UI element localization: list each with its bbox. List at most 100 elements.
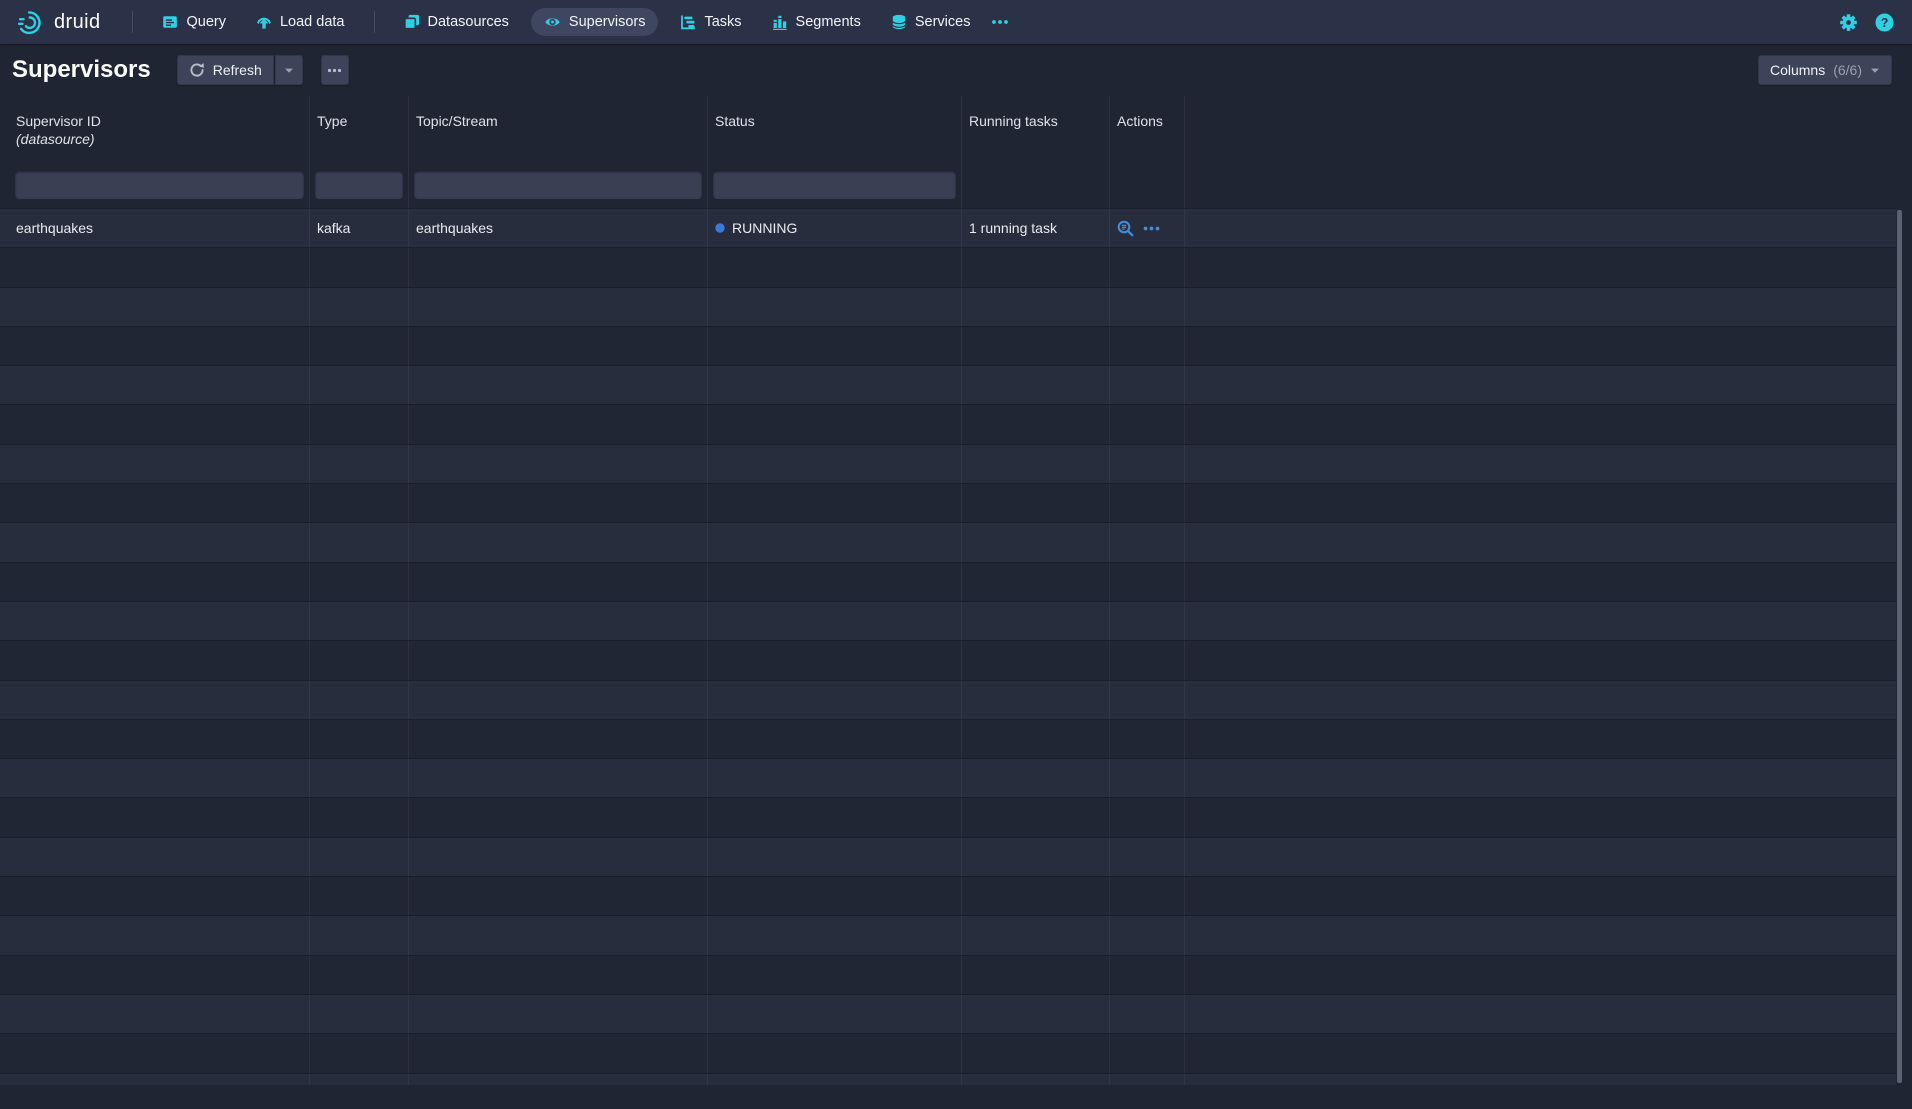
column-label: Supervisor ID <box>16 113 302 129</box>
table-row-empty <box>0 327 1896 366</box>
empty-cell <box>962 720 1110 758</box>
empty-cell <box>1110 484 1185 522</box>
empty-cell <box>0 916 310 954</box>
empty-cell <box>409 1034 708 1072</box>
help-icon[interactable]: ? <box>1875 13 1894 32</box>
table-row-empty <box>0 759 1896 798</box>
empty-cell <box>1185 248 1896 286</box>
empty-cell <box>1110 366 1185 404</box>
refresh-interval-caret-button[interactable] <box>275 55 303 85</box>
nav-item-services[interactable]: Services <box>883 8 979 36</box>
gear-icon[interactable] <box>1839 13 1858 32</box>
columns-dropdown-button[interactable]: Columns (6/6) <box>1758 55 1892 85</box>
filter-cell <box>708 161 962 208</box>
empty-cell <box>310 1074 409 1085</box>
nav-item-segments[interactable]: Segments <box>764 8 869 36</box>
empty-cell <box>409 1074 708 1085</box>
empty-cell <box>962 563 1110 601</box>
refresh-label: Refresh <box>213 62 262 78</box>
empty-cell <box>0 484 310 522</box>
empty-cell <box>962 1034 1110 1072</box>
empty-cell <box>1185 838 1896 876</box>
empty-cell <box>708 995 962 1033</box>
empty-cell <box>962 248 1110 286</box>
empty-cell <box>708 1034 962 1072</box>
empty-cell <box>1110 1074 1185 1085</box>
column-label: Topic/Stream <box>416 113 700 129</box>
empty-cell <box>409 484 708 522</box>
empty-cell <box>409 916 708 954</box>
column-header-topic-stream[interactable]: Topic/Stream <box>409 96 708 161</box>
empty-cell <box>310 366 409 404</box>
empty-cell <box>310 602 409 640</box>
column-header-running-tasks[interactable]: Running tasks <box>962 96 1110 161</box>
nav-item-datasources[interactable]: Datasources <box>396 8 517 36</box>
filter-topic-stream-input[interactable] <box>414 171 702 199</box>
empty-cell <box>708 956 962 994</box>
nav-item-load-data[interactable]: Load data <box>248 8 353 36</box>
empty-cell <box>310 995 409 1033</box>
filter-status-input[interactable] <box>713 171 956 199</box>
filter-supervisor-id-input[interactable] <box>15 171 304 199</box>
empty-cell <box>708 288 962 326</box>
nav-overflow-button[interactable] <box>991 19 1009 25</box>
empty-cell <box>1185 720 1896 758</box>
filter-type-input[interactable] <box>315 171 403 199</box>
column-header-type[interactable]: Type <box>310 96 409 161</box>
empty-cell <box>962 641 1110 679</box>
toolbar-more-button[interactable] <box>321 55 349 85</box>
table-row-empty <box>0 1034 1896 1073</box>
row-actions-button[interactable] <box>1143 226 1160 231</box>
empty-cell <box>1110 327 1185 365</box>
column-sublabel: (datasource) <box>16 131 302 147</box>
empty-cell <box>708 681 962 719</box>
empty-cell <box>409 838 708 876</box>
table-row-empty <box>0 641 1896 680</box>
table-row[interactable]: earthquakes kafka earthquakes RUNNING 1 … <box>0 209 1896 248</box>
nav-item-supervisors[interactable]: Supervisors <box>531 8 659 36</box>
header-filler <box>1185 96 1896 161</box>
inspect-supervisor-button[interactable] <box>1117 220 1134 237</box>
column-header-supervisor-id[interactable]: Supervisor ID (datasource) <box>0 96 310 161</box>
empty-cell <box>962 681 1110 719</box>
empty-cell <box>708 798 962 836</box>
running-tasks-cell: 1 running task <box>962 209 1110 247</box>
empty-cell <box>0 405 310 443</box>
topic-stream-cell: earthquakes <box>409 209 708 247</box>
filter-filler <box>1185 161 1896 208</box>
page-title: Supervisors <box>12 56 151 84</box>
empty-cell <box>409 877 708 915</box>
druid-logo-icon <box>18 9 45 36</box>
empty-cell <box>0 523 310 561</box>
nav-item-query[interactable]: Query <box>154 8 234 36</box>
type-cell: kafka <box>310 209 409 247</box>
empty-cell <box>1185 563 1896 601</box>
status-dot-icon <box>715 223 725 233</box>
empty-cell <box>0 288 310 326</box>
status-badge: RUNNING <box>732 220 797 236</box>
empty-cell <box>962 759 1110 797</box>
empty-cell <box>708 916 962 954</box>
empty-cell <box>1185 445 1896 483</box>
nav-divider <box>132 11 133 33</box>
empty-cell <box>708 445 962 483</box>
refresh-button[interactable]: Refresh <box>177 55 274 85</box>
empty-cell <box>1185 327 1896 365</box>
vertical-scrollbar[interactable] <box>1897 210 1902 1083</box>
empty-cell <box>1110 995 1185 1033</box>
nav-item-label: Load data <box>280 14 345 30</box>
druid-logo[interactable]: druid <box>18 9 100 36</box>
column-header-status[interactable]: Status <box>708 96 962 161</box>
empty-cell <box>1185 681 1896 719</box>
empty-cell <box>962 602 1110 640</box>
empty-cell <box>310 405 409 443</box>
empty-cell <box>1110 1034 1185 1072</box>
nav-item-tasks[interactable]: Tasks <box>672 8 749 36</box>
gantt-icon <box>680 14 696 30</box>
empty-cell <box>1185 759 1896 797</box>
column-header-actions[interactable]: Actions <box>1110 96 1185 161</box>
filter-cell <box>1110 161 1185 208</box>
table-row-empty <box>0 838 1896 877</box>
empty-cell <box>1185 602 1896 640</box>
empty-cell <box>1110 681 1185 719</box>
